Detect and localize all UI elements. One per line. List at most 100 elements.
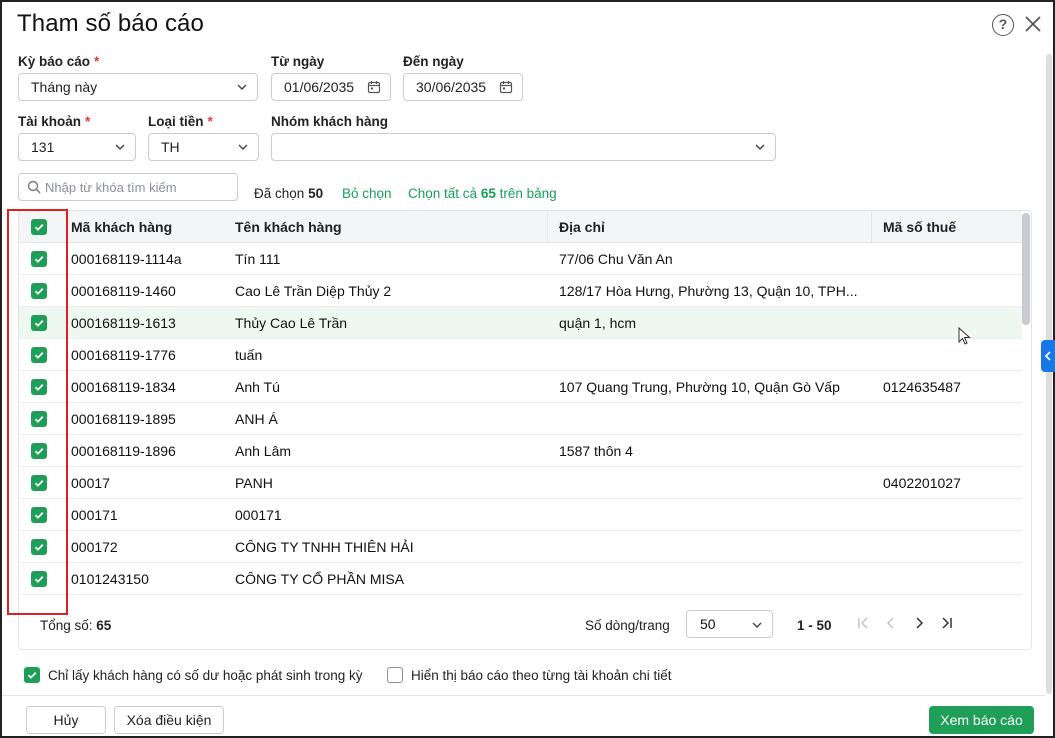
search-input[interactable] [45, 179, 225, 195]
table-row[interactable]: 000168119-1776 tuấn [19, 339, 1022, 371]
cell-tax: 0402201027 [883, 475, 961, 491]
from-date-field[interactable]: 01/06/2035 [271, 73, 391, 101]
customer-grid: Mã khách hàng Tên khách hàng Địa chỉ Mã … [18, 210, 1032, 650]
customer-group-select[interactable] [271, 133, 776, 161]
cell-name: CÔNG TY TNHH THIÊN HẢI [235, 539, 414, 555]
account-select[interactable]: 131 [18, 133, 136, 161]
period-value: Tháng này [31, 79, 98, 95]
checkbox-checked[interactable] [24, 667, 40, 683]
cell-address [559, 563, 859, 595]
row-checkbox[interactable] [31, 315, 47, 331]
cell-name: 000171 [235, 507, 282, 523]
row-checkbox[interactable] [31, 507, 47, 523]
grid-footer: Tổng số: 65 Số dòng/trang 50 1 - 50 [19, 606, 1031, 649]
rows-per-page-label: Số dòng/trang [585, 618, 670, 633]
col-header-tax[interactable]: Mã số thuế [883, 211, 1013, 243]
only-balance-label: Chỉ lấy khách hàng có số dư hoặc phát si… [48, 667, 363, 683]
from-date-value: 01/06/2035 [284, 79, 355, 95]
detail-account-option[interactable]: Hiển thị báo cáo theo từng tài khoản chi… [387, 667, 671, 683]
select-all-link[interactable]: Chọn tất cả 65 trên bảng [408, 186, 557, 201]
cell-code: 000168119-1834 [71, 379, 176, 395]
select-all-checkbox[interactable] [31, 219, 47, 235]
row-checkbox[interactable] [31, 443, 47, 459]
only-balance-option[interactable]: Chỉ lấy khách hàng có số dư hoặc phát si… [24, 667, 362, 683]
row-checkbox[interactable] [31, 379, 47, 395]
row-checkbox[interactable] [31, 283, 47, 299]
cell-tax [883, 307, 1013, 339]
cell-name: Tín 111 [235, 251, 281, 267]
rows-per-page-select[interactable]: 50 [686, 610, 773, 638]
total-count: Tổng số: 65 [40, 618, 112, 633]
cell-code: 0101243150 [71, 571, 149, 587]
currency-value: TH [161, 139, 180, 155]
cancel-button[interactable]: Hủy [26, 706, 106, 734]
col-header-address[interactable]: Địa chỉ [559, 211, 859, 243]
grid-scrollbar[interactable] [1022, 213, 1030, 325]
close-icon[interactable] [1021, 12, 1045, 36]
table-row[interactable]: 0101243150 CÔNG TY CỔ PHẦN MISA [19, 563, 1022, 595]
chevron-down-icon [115, 144, 125, 150]
table-row[interactable]: 000168119-1895 ANH Á [19, 403, 1022, 435]
table-row[interactable]: 000168119-1834 Anh Tú 107 Quang Trung, Phư… [19, 371, 1022, 403]
report-params-dialog: Tham số báo cáo ? Kỳ báo cáo * Từ ngày Đế… [0, 0, 1055, 738]
row-checkbox[interactable] [31, 539, 47, 555]
row-checkbox[interactable] [31, 347, 47, 363]
table-row[interactable]: 000172 CÔNG TY TNHH THIÊN HẢI [19, 531, 1022, 563]
row-checkbox[interactable] [31, 251, 47, 267]
table-row[interactable]: 000168119-1613 Thủy Cao Lê Trần quận 1, hc… [19, 307, 1022, 339]
period-select[interactable]: Tháng này [18, 73, 258, 101]
cell-name: Thủy Cao Lê Trần [235, 315, 348, 331]
cell-tax [883, 435, 1013, 467]
view-report-button[interactable]: Xem báo cáo [929, 706, 1034, 734]
side-panel-toggle[interactable] [1041, 340, 1055, 372]
calendar-icon[interactable] [499, 80, 513, 94]
search-box[interactable] [18, 173, 238, 201]
row-checkbox[interactable] [31, 475, 47, 491]
cell-code: 000168119-1460 [71, 283, 176, 299]
cell-code: 000172 [71, 539, 118, 555]
to-date-label: Đến ngày [403, 54, 464, 69]
cell-name: CÔNG TY CỔ PHẦN MISA [235, 571, 405, 587]
col-header-code[interactable]: Mã khách hàng [71, 211, 221, 243]
cell-code: 000168119-1114a [71, 251, 182, 267]
prev-page-icon[interactable] [883, 615, 899, 631]
row-checkbox[interactable] [31, 411, 47, 427]
cell-address: quận 1, hcm [559, 315, 637, 331]
mouse-cursor-icon [958, 327, 971, 345]
clear-conditions-button[interactable]: Xóa điều kiện [114, 706, 224, 734]
table-row[interactable]: 000168119-1114a Tín 111 77/06 Chu Văn An [19, 243, 1022, 275]
next-page-icon[interactable] [911, 615, 927, 631]
cell-tax [883, 339, 1013, 371]
col-header-name[interactable]: Tên khách hàng [235, 211, 535, 243]
first-page-icon[interactable] [855, 615, 871, 631]
table-row[interactable]: 00017 PANH 0402201027 [19, 467, 1022, 499]
footer-divider [2, 695, 1045, 696]
table-row[interactable]: 000171 000171 [19, 499, 1022, 531]
checkbox-unchecked[interactable] [387, 667, 403, 683]
cell-code: 000171 [71, 507, 118, 523]
search-icon [27, 180, 41, 194]
row-checkbox[interactable] [31, 571, 47, 587]
customer-group-label: Nhóm khách hàng [271, 114, 389, 129]
last-page-icon[interactable] [939, 615, 955, 631]
help-icon[interactable]: ? [992, 14, 1014, 36]
calendar-icon[interactable] [367, 80, 381, 94]
cell-name: ANH Á [235, 411, 278, 427]
to-date-field[interactable]: 30/06/2035 [403, 73, 523, 101]
cell-tax [883, 563, 1013, 595]
cell-address: 128/17 Hòa Hưng, Phường 13, Quận 10, TPH… [559, 283, 858, 299]
currency-select[interactable]: TH [148, 133, 259, 161]
dialog-scrollbar[interactable] [1046, 54, 1052, 694]
table-row[interactable]: 000168119-1460 Cao Lê Trần Diệp Thủy 2 128… [19, 275, 1022, 307]
cell-address: 107 Quang Trung, Phường 10, Quận Gò Vấp [559, 379, 840, 395]
cell-tax [883, 275, 1013, 307]
chevron-left-icon [1044, 351, 1051, 361]
dialog-title: Tham số báo cáo [17, 10, 204, 37]
account-value: 131 [31, 139, 55, 155]
cell-address: 77/06 Chu Văn An [559, 251, 673, 267]
from-date-label: Từ ngày [271, 54, 325, 69]
deselect-link[interactable]: Bỏ chọn [342, 186, 392, 201]
table-row[interactable]: 000168119-1896 Anh Lâm 1587 thôn 4 [19, 435, 1022, 467]
cell-address [559, 403, 859, 435]
cell-name: tuấn [235, 347, 263, 363]
